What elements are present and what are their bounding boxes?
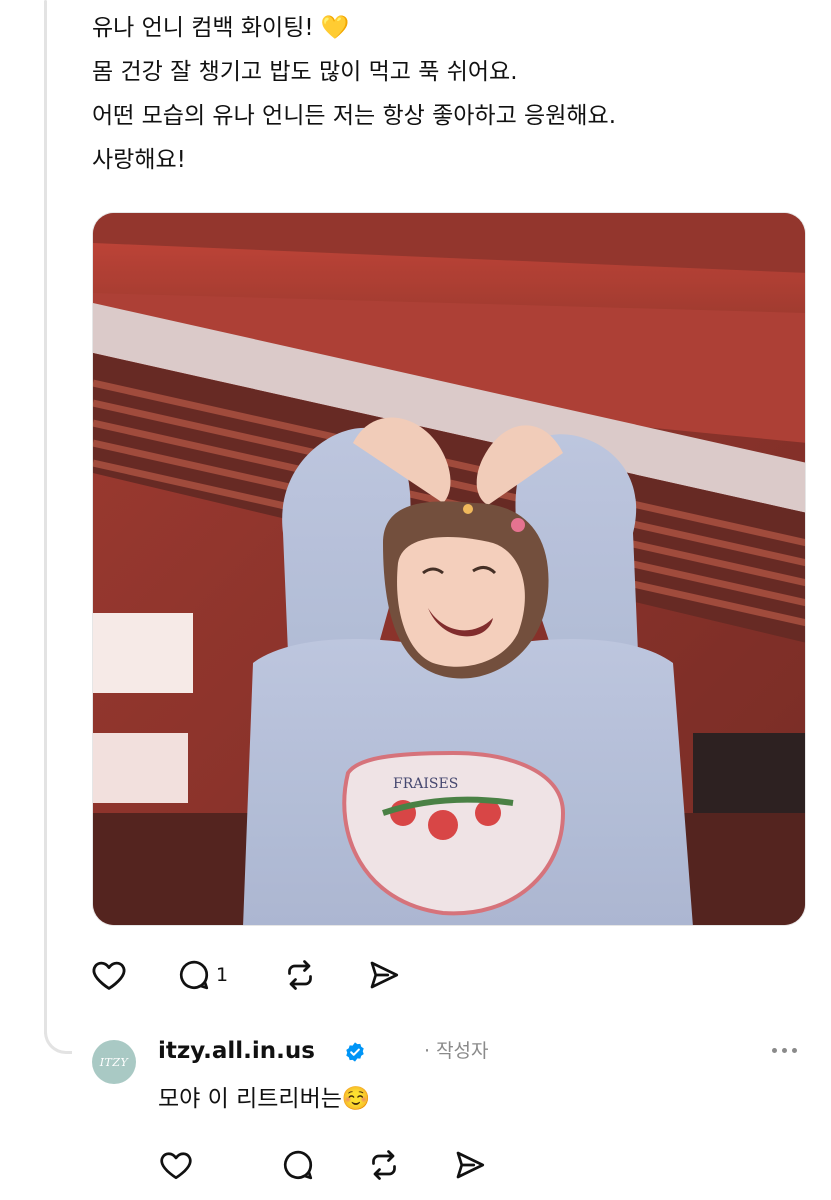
- like-button[interactable]: [158, 1145, 194, 1185]
- comment-icon: [283, 1150, 313, 1180]
- comment-icon: [179, 960, 209, 990]
- thread-connector: [44, 1018, 72, 1054]
- verified-badge-icon: [344, 1041, 366, 1067]
- thread-line: [44, 0, 47, 1035]
- send-icon: [456, 1151, 485, 1179]
- like-button[interactable]: [90, 955, 128, 995]
- reply-username[interactable]: itzy.all.in.us: [158, 1034, 315, 1068]
- comment-button[interactable]: [280, 1145, 316, 1185]
- comment-button[interactable]: 1: [176, 955, 228, 995]
- send-icon: [370, 961, 399, 989]
- post-actions: 1: [90, 955, 402, 995]
- reply-text: 모야 이 리트리버는☺️: [158, 1086, 371, 1112]
- author-tag: · 작성자: [424, 1040, 489, 1062]
- photo-illustration: FRAISES: [93, 213, 805, 925]
- post-image[interactable]: FRAISES: [92, 212, 806, 926]
- repost-button[interactable]: [366, 1145, 402, 1185]
- post-text-line: 사랑해요!: [92, 147, 186, 173]
- comment-count: 1: [216, 964, 229, 986]
- post-text-line: 어떤 모습의 유나 언니든 저는 항상 좋아하고 응원해요.: [92, 103, 617, 129]
- more-dots-icon[interactable]: [772, 1048, 797, 1053]
- repost-icon: [372, 1150, 396, 1180]
- post-text-line: 몸 건강 잘 챙기고 밥도 많이 먹고 푹 쉬어요.: [92, 59, 518, 85]
- share-button[interactable]: [366, 955, 402, 995]
- heart-icon: [160, 1152, 192, 1180]
- post-body: 유나 언니 컴백 화이팅! 💛 몸 건강 잘 챙기고 밥도 많이 먹고 푹 쉬어…: [92, 6, 812, 182]
- share-button[interactable]: [452, 1145, 488, 1185]
- avatar-logo-text: ITZY: [99, 1055, 129, 1069]
- post-text-line: 유나 언니 컴백 화이팅! 💛: [92, 15, 350, 41]
- heart-icon: [92, 961, 126, 990]
- repost-icon: [288, 960, 312, 990]
- repost-button[interactable]: [282, 955, 318, 995]
- reply-actions: [158, 1145, 488, 1185]
- avatar[interactable]: ITZY: [92, 1040, 136, 1084]
